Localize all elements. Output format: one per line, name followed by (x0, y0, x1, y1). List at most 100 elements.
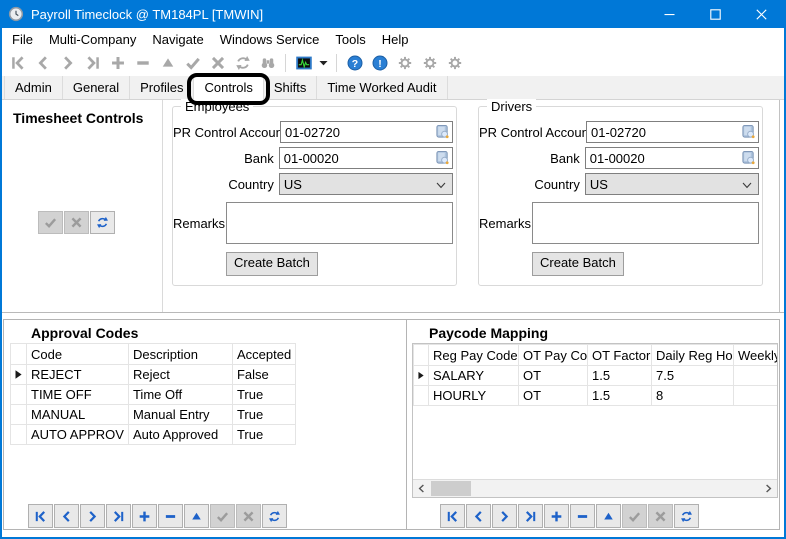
cell[interactable]: SALARY (429, 366, 519, 386)
last-record-button[interactable] (106, 504, 131, 528)
refresh-button[interactable] (90, 211, 115, 234)
cancel-edit-button[interactable] (648, 504, 673, 528)
employees-country-dropdown[interactable]: US (279, 173, 453, 195)
column-header[interactable]: OT Factor (588, 345, 652, 366)
cell[interactable]: Manual Entry (128, 405, 232, 425)
next-record-button[interactable] (55, 52, 80, 74)
post-edit-button[interactable] (180, 52, 205, 74)
lookup-icon[interactable] (435, 150, 450, 165)
prior-record-button[interactable] (30, 52, 55, 74)
scroll-right-button[interactable] (760, 480, 777, 497)
table-row[interactable]: HOURLY OT 1.5 8 (414, 386, 779, 406)
cell[interactable]: 7.5 (652, 366, 734, 386)
post-edit-button[interactable] (210, 504, 235, 528)
cell[interactable]: OT (519, 366, 588, 386)
lookup-icon[interactable] (435, 124, 450, 139)
tab-time-worked-audit[interactable]: Time Worked Audit (317, 76, 447, 99)
scrollbar-thumb[interactable] (431, 481, 471, 496)
cell[interactable]: False (232, 365, 295, 385)
insert-record-button[interactable] (105, 52, 130, 74)
service-gear-1-button[interactable] (392, 52, 417, 74)
delete-record-button[interactable] (570, 504, 595, 528)
first-record-button[interactable] (5, 52, 30, 74)
cell[interactable]: True (232, 405, 295, 425)
column-header[interactable]: OT Pay Code (519, 345, 588, 366)
scrollbar-track[interactable] (430, 480, 760, 497)
menu-tools[interactable]: Tools (327, 30, 373, 49)
column-header[interactable]: Reg Pay Code (429, 345, 519, 366)
post-edit-button[interactable] (622, 504, 647, 528)
scroll-left-button[interactable] (413, 480, 430, 497)
service-gear-2-button[interactable] (417, 52, 442, 74)
tab-profiles[interactable]: Profiles (130, 76, 194, 99)
cell[interactable] (734, 366, 779, 386)
cell[interactable]: True (232, 425, 295, 445)
cell[interactable]: Auto Approved (128, 425, 232, 445)
menu-navigate[interactable]: Navigate (144, 30, 211, 49)
refresh-button[interactable] (674, 504, 699, 528)
menu-help[interactable]: Help (374, 30, 417, 49)
refresh-button[interactable] (262, 504, 287, 528)
insert-record-button[interactable] (544, 504, 569, 528)
table-row[interactable]: TIME OFF Time Off True (11, 385, 296, 405)
menu-file[interactable]: File (4, 30, 41, 49)
cell[interactable]: 1.5 (588, 386, 652, 406)
drivers-pr-control-account-input[interactable]: 01-02720 (586, 121, 759, 143)
insert-record-button[interactable] (132, 504, 157, 528)
refresh-button[interactable] (230, 52, 255, 74)
cell[interactable]: OT (519, 386, 588, 406)
tab-general[interactable]: General (63, 76, 130, 99)
first-record-button[interactable] (440, 504, 465, 528)
last-record-button[interactable] (80, 52, 105, 74)
menu-windows-service[interactable]: Windows Service (212, 30, 328, 49)
employees-bank-input[interactable]: 01-00020 (279, 147, 453, 169)
cancel-edit-button[interactable] (236, 504, 261, 528)
column-header[interactable]: Description (128, 344, 232, 365)
about-button[interactable]: ! (367, 52, 392, 74)
next-record-button[interactable] (492, 504, 517, 528)
table-row[interactable]: AUTO APPROV Auto Approved True (11, 425, 296, 445)
prior-record-button[interactable] (54, 504, 79, 528)
cancel-edit-button[interactable] (64, 211, 89, 234)
column-header[interactable]: Accepted (232, 344, 295, 365)
cell[interactable]: AUTO APPROV (27, 425, 129, 445)
lookup-icon[interactable] (741, 124, 756, 139)
column-header[interactable]: Weekly (734, 345, 779, 366)
delete-record-button[interactable] (158, 504, 183, 528)
activity-monitor-button[interactable] (291, 52, 316, 74)
minimize-button[interactable] (646, 0, 692, 28)
employees-create-batch-button[interactable]: Create Batch (226, 252, 318, 276)
tab-controls[interactable]: Controls (194, 76, 263, 100)
tab-shifts[interactable]: Shifts (264, 76, 318, 99)
lookup-icon[interactable] (741, 150, 756, 165)
drivers-create-batch-button[interactable]: Create Batch (532, 252, 624, 276)
search-button[interactable] (255, 52, 280, 74)
cell[interactable]: REJECT (27, 365, 129, 385)
column-header[interactable]: Daily Reg Hours (652, 345, 734, 366)
help-button[interactable]: ? (342, 52, 367, 74)
delete-record-button[interactable] (130, 52, 155, 74)
last-record-button[interactable] (518, 504, 543, 528)
cell[interactable]: 8 (652, 386, 734, 406)
cell[interactable]: Time Off (128, 385, 232, 405)
service-gear-3-button[interactable] (442, 52, 467, 74)
prior-record-button[interactable] (466, 504, 491, 528)
employees-pr-control-account-input[interactable]: 01-02720 (280, 121, 453, 143)
cell[interactable]: TIME OFF (27, 385, 129, 405)
cell[interactable]: True (232, 385, 295, 405)
cancel-edit-button[interactable] (205, 52, 230, 74)
drivers-country-dropdown[interactable]: US (585, 173, 759, 195)
drivers-bank-input[interactable]: 01-00020 (585, 147, 759, 169)
cell[interactable]: HOURLY (429, 386, 519, 406)
title-bar[interactable]: Payroll Timeclock @ TM184PL [TMWIN] (2, 0, 784, 28)
menu-multi-company[interactable]: Multi-Company (41, 30, 144, 49)
cell[interactable]: MANUAL (27, 405, 129, 425)
employees-remarks-input[interactable] (226, 202, 453, 244)
next-record-button[interactable] (80, 504, 105, 528)
close-button[interactable] (738, 0, 784, 28)
edit-record-button[interactable] (155, 52, 180, 74)
column-header[interactable]: Code (27, 344, 129, 365)
cell[interactable] (734, 386, 779, 406)
drivers-remarks-input[interactable] (532, 202, 759, 244)
horizontal-scrollbar[interactable] (413, 479, 777, 497)
